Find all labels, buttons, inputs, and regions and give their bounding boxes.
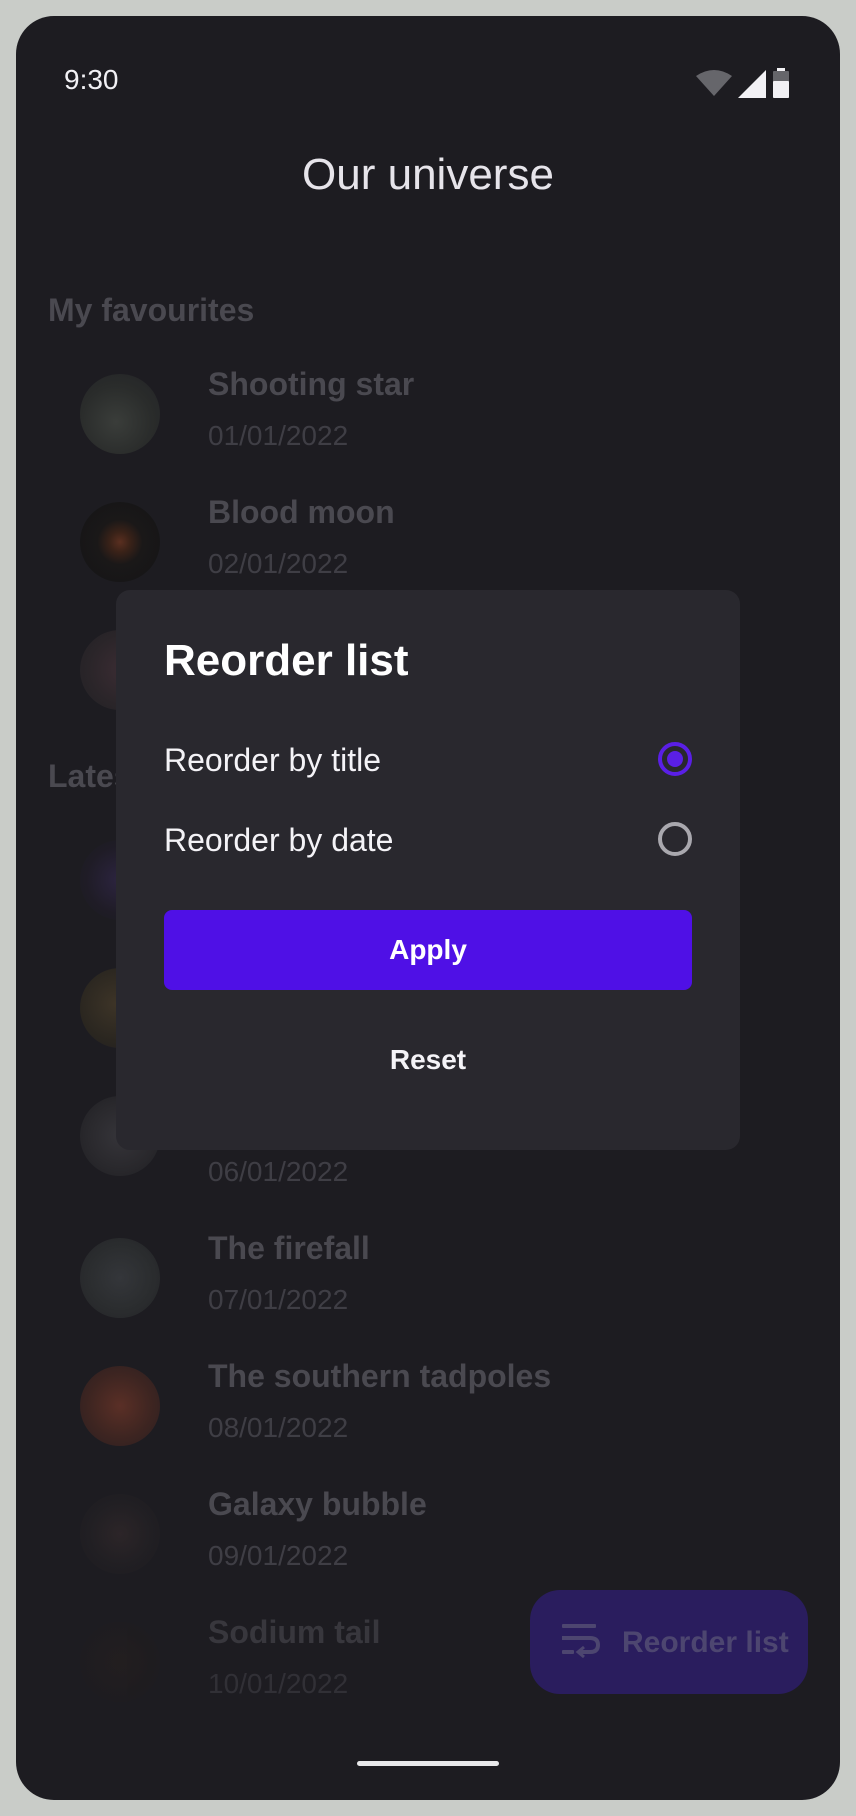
reorder-dialog: Reorder list Reorder by title Reorder by… bbox=[116, 590, 740, 1150]
item-date: 09/01/2022 bbox=[208, 1540, 349, 1571]
device-frame: 9:30 Our universe My favourites Shooting… bbox=[0, 0, 856, 1816]
item-title: Sodium tail bbox=[208, 1614, 381, 1650]
radio-button-unselected[interactable] bbox=[658, 822, 692, 856]
wifi-icon bbox=[696, 70, 732, 103]
app-title: Our universe bbox=[302, 150, 554, 199]
item-date: 10/01/2022 bbox=[208, 1668, 349, 1699]
list-item-galaxy-bubble[interactable]: Galaxy bubble 09/01/2022 bbox=[80, 1486, 780, 1604]
cellular-signal-icon bbox=[738, 70, 766, 103]
thumbnail-image bbox=[80, 1366, 160, 1446]
list-item-the-firefall[interactable]: The firefall 07/01/2022 bbox=[80, 1230, 780, 1348]
option-label: Reorder by date bbox=[164, 822, 394, 858]
thumbnail-image bbox=[80, 1494, 160, 1574]
radio-button-selected[interactable] bbox=[658, 742, 692, 776]
item-date: 02/01/2022 bbox=[208, 548, 349, 579]
status-time: 9:30 bbox=[64, 64, 119, 95]
item-title: Shooting star bbox=[208, 366, 415, 402]
item-title: Galaxy bubble bbox=[208, 1486, 427, 1522]
option-reorder-by-title[interactable]: Reorder by title bbox=[164, 732, 692, 792]
battery-icon bbox=[772, 68, 790, 103]
item-date: 06/01/2022 bbox=[208, 1156, 349, 1187]
section-header-favourites: My favourites bbox=[48, 292, 255, 328]
thumbnail-image bbox=[80, 374, 160, 454]
option-reorder-by-date[interactable]: Reorder by date bbox=[164, 812, 692, 872]
status-icons bbox=[696, 68, 790, 103]
item-date: 01/01/2022 bbox=[208, 420, 349, 451]
item-title: The southern tadpoles bbox=[208, 1358, 552, 1394]
thumbnail-image bbox=[80, 1622, 160, 1702]
thumbnail-image bbox=[80, 1238, 160, 1318]
item-title: Blood moon bbox=[208, 494, 395, 530]
item-date: 08/01/2022 bbox=[208, 1412, 349, 1443]
dialog-title: Reorder list bbox=[164, 636, 409, 685]
thumbnail-image bbox=[80, 502, 160, 582]
option-label: Reorder by title bbox=[164, 742, 381, 778]
list-item-the-southern-tadpoles[interactable]: The southern tadpoles 08/01/2022 bbox=[80, 1358, 780, 1476]
apply-button[interactable]: Apply bbox=[164, 910, 692, 990]
reset-button[interactable]: Reset bbox=[164, 1020, 692, 1100]
home-indicator[interactable] bbox=[357, 1761, 499, 1766]
status-bar: 9:30 bbox=[16, 16, 840, 146]
fab-label: Reorder list bbox=[622, 1626, 789, 1659]
screen: 9:30 Our universe My favourites Shooting… bbox=[16, 16, 840, 1800]
reorder-list-fab[interactable]: Reorder list bbox=[530, 1590, 808, 1694]
item-title: The firefall bbox=[208, 1230, 370, 1266]
sort-icon bbox=[560, 1622, 601, 1663]
item-date: 07/01/2022 bbox=[208, 1284, 349, 1315]
list-item-shooting-star[interactable]: Shooting star 01/01/2022 bbox=[80, 366, 780, 484]
